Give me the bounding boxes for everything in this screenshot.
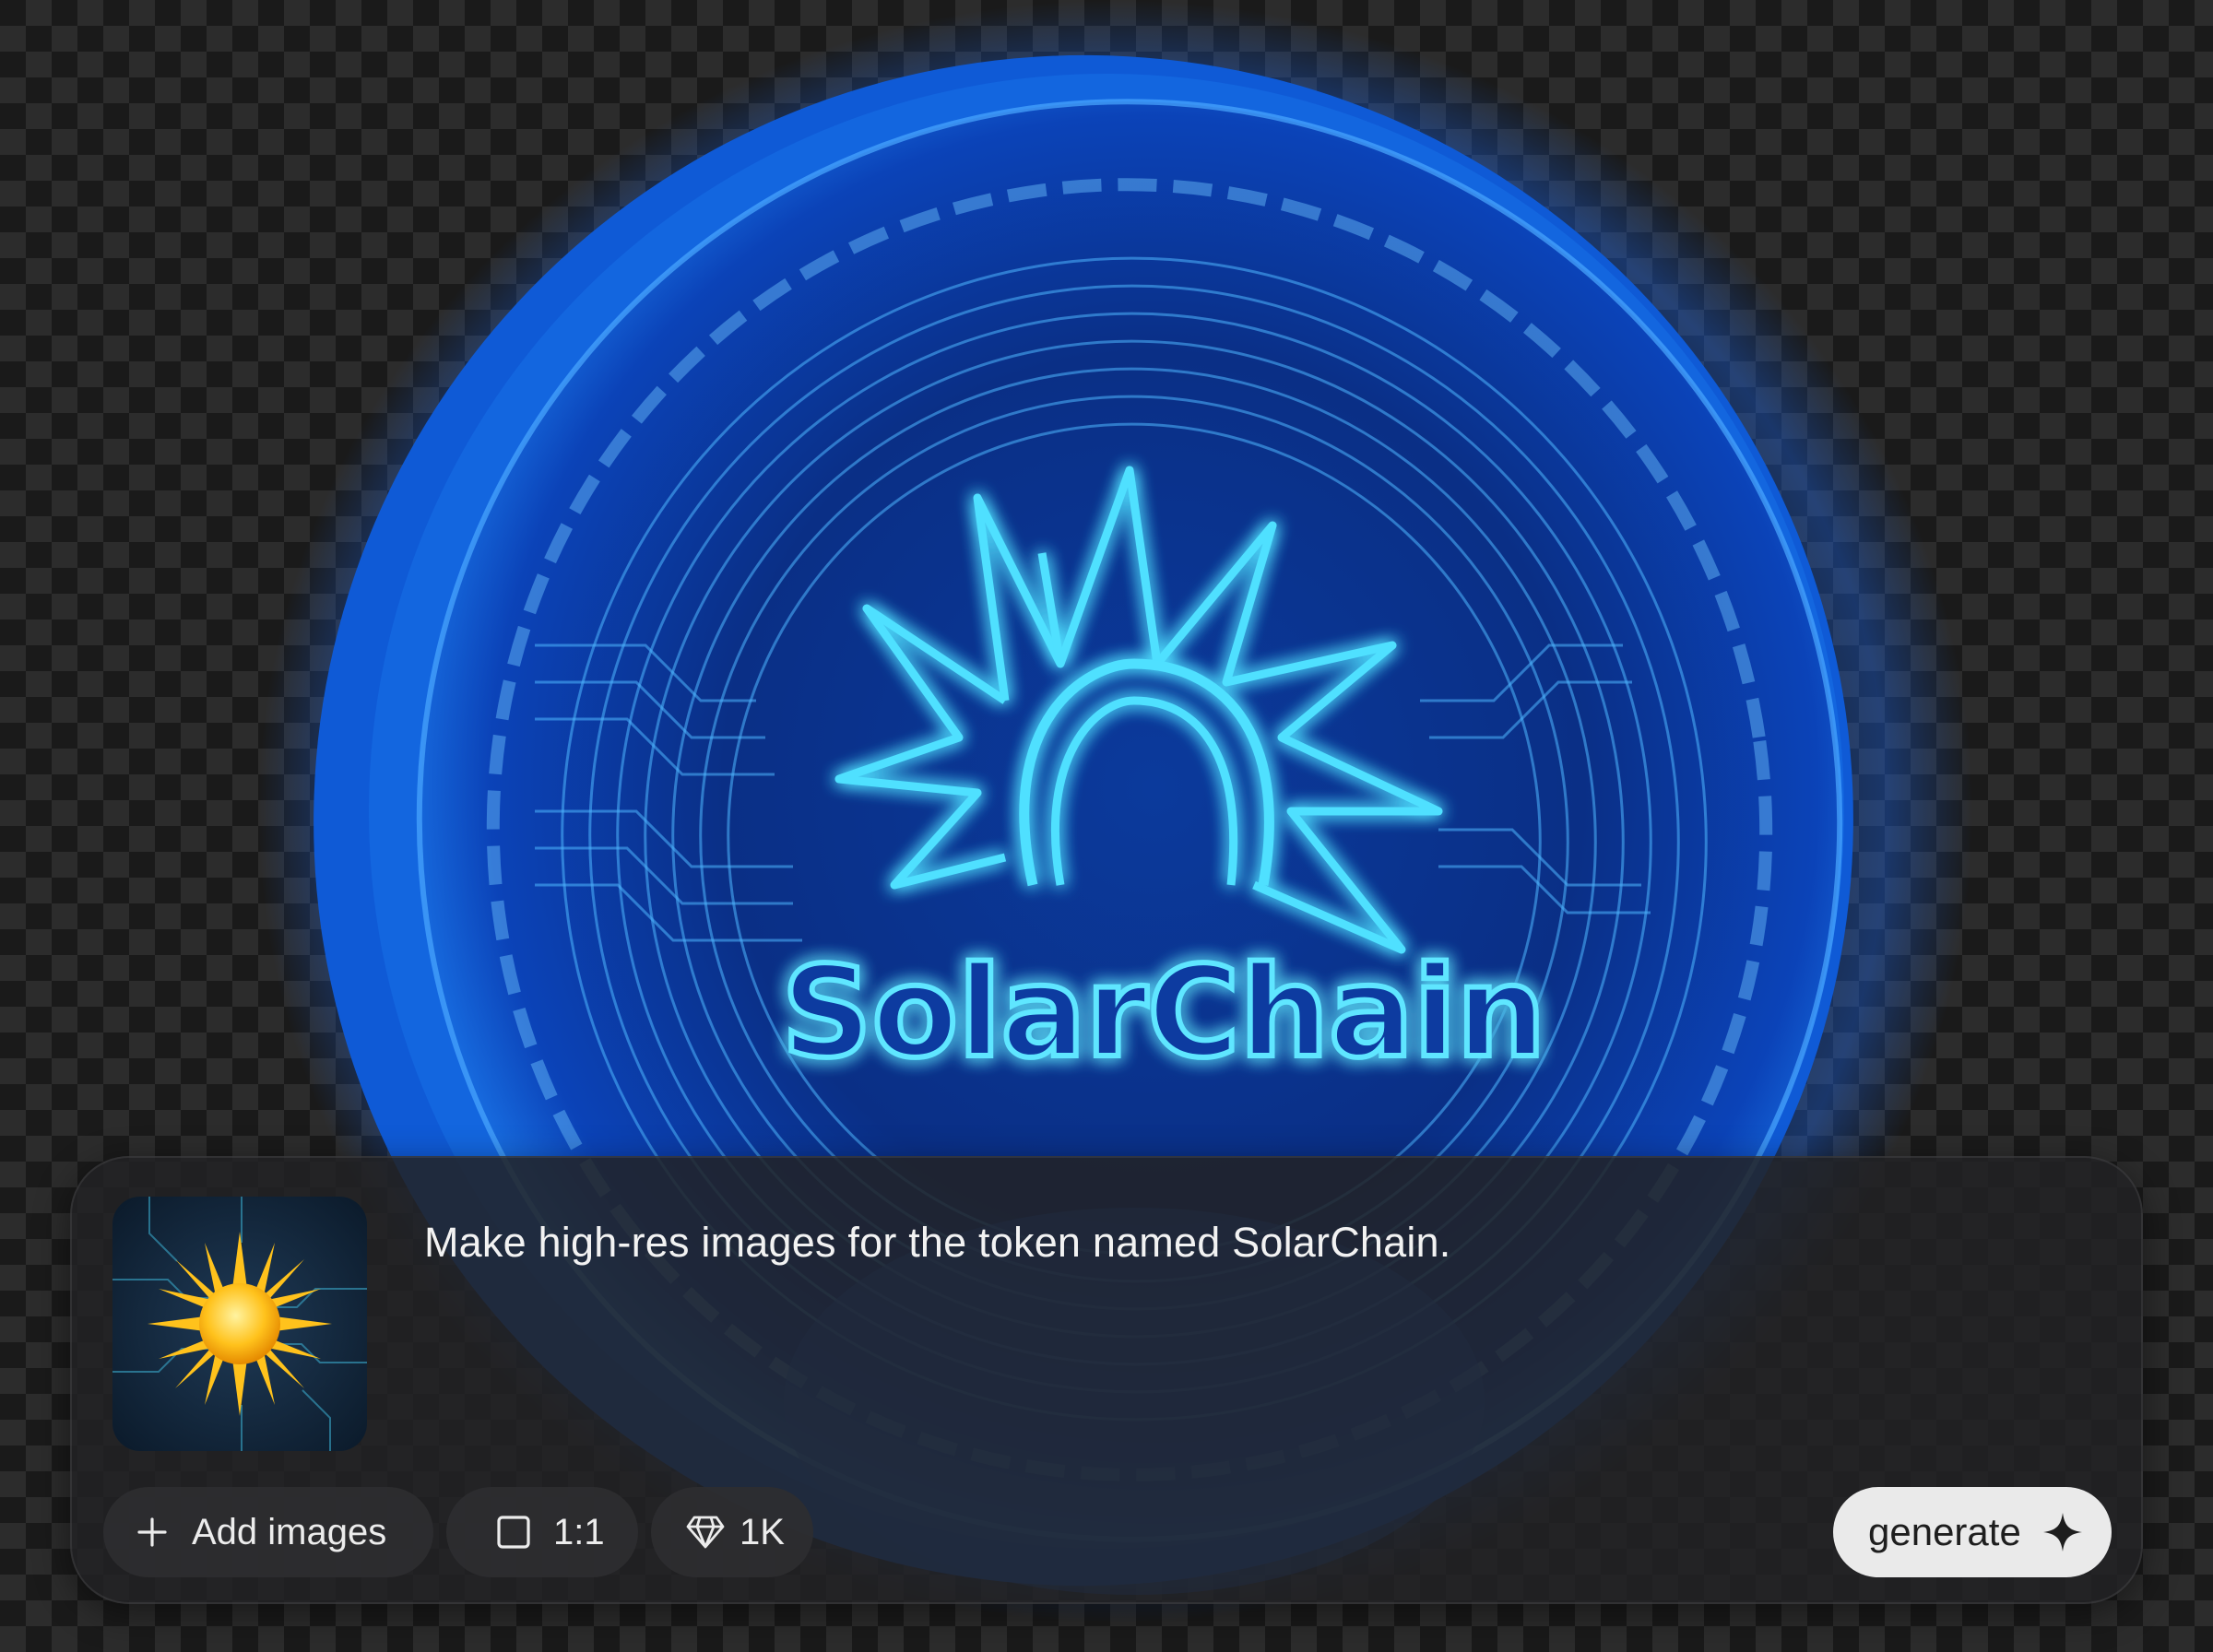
generate-label: generate [1868, 1510, 2021, 1553]
reference-image-thumbnail[interactable] [112, 1197, 367, 1451]
aspect-ratio-label: 1:1 [553, 1511, 605, 1552]
add-images-label: Add images [192, 1511, 387, 1552]
quality-button[interactable]: 1K [651, 1487, 813, 1577]
square-icon [496, 1515, 531, 1550]
image-canvas: SolarChain Make high-res images for the … [0, 0, 2213, 1652]
sun-circuit-thumbnail-icon [112, 1197, 367, 1451]
sparkle-icon [2041, 1511, 2084, 1553]
generate-button[interactable]: generate [1833, 1487, 2112, 1577]
plus-icon [136, 1516, 168, 1548]
diamond-icon [686, 1515, 725, 1550]
prompt-text[interactable]: Make high-res images for the token named… [424, 1219, 1450, 1267]
quality-label: 1K [740, 1511, 785, 1552]
coin-logo-text: SolarChain [782, 940, 1546, 1086]
add-images-button[interactable]: Add images [103, 1487, 433, 1577]
aspect-ratio-button[interactable]: 1:1 [446, 1487, 638, 1577]
prompt-composer: Make high-res images for the token named… [70, 1156, 2143, 1604]
